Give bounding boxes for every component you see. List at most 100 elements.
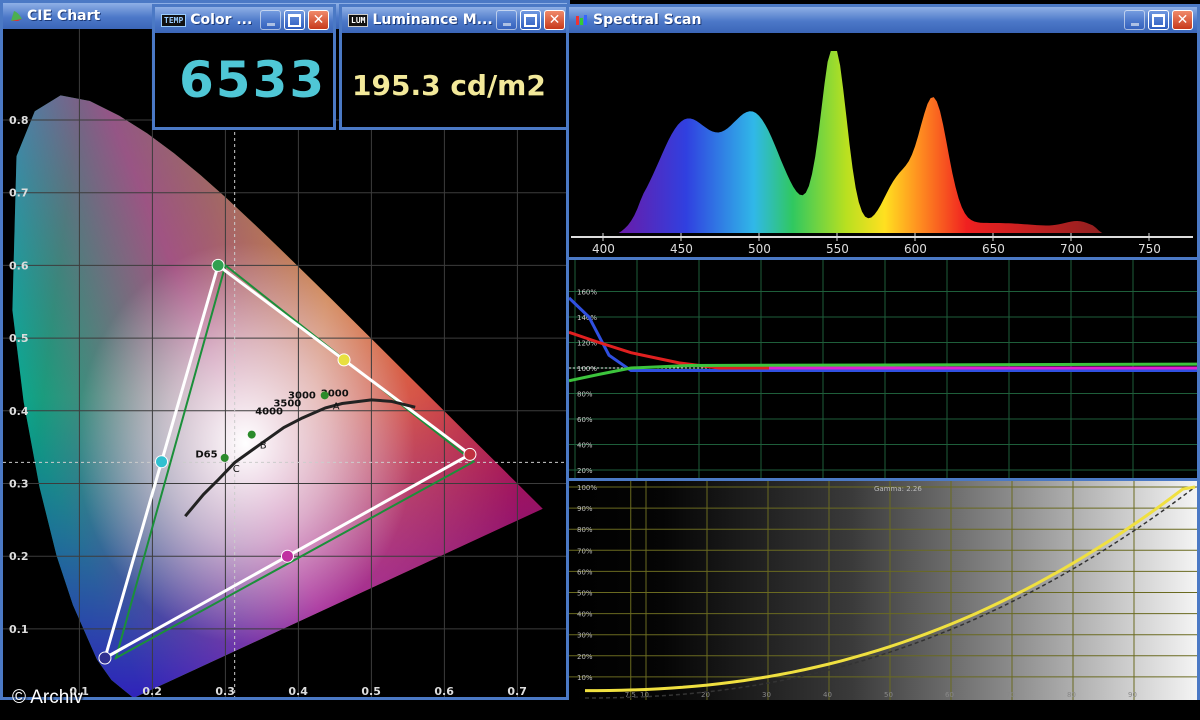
gamma-x-tick-label: 70 [1006, 691, 1015, 699]
illuminant-label: A [333, 401, 340, 412]
spectrum-x-tick-label: 550 [826, 242, 849, 255]
cie-y-tick-label: 0.2 [9, 550, 29, 563]
cct-label: D65 [195, 449, 217, 460]
cie-y-tick-label: 0.3 [9, 478, 29, 491]
rgb-y-tick-label: 80% [577, 391, 593, 399]
spectrum-x-tick-label: 700 [1060, 242, 1083, 255]
cie-x-tick-label: 0.6 [434, 685, 454, 697]
close-icon: ✕ [548, 12, 561, 28]
spectrum-x-tick-label: 650 [982, 242, 1005, 255]
maximize-button[interactable] [284, 10, 305, 30]
maximize-icon [288, 13, 301, 27]
cie-y-tick-label: 0.1 [9, 623, 29, 636]
cie-y-tick-label: 0.8 [9, 114, 29, 127]
gamma-y-tick-label: 30% [577, 632, 593, 640]
lum-icon: LUM [348, 13, 369, 27]
gamma-x-tick-label: 80 [1067, 691, 1076, 699]
close-icon: ✕ [1176, 12, 1189, 28]
cct-label: 4000 [255, 406, 283, 417]
illuminant-dot [320, 391, 329, 400]
gamma-y-tick-label: 90% [577, 505, 593, 513]
cie-y-tick-label: 0.4 [9, 405, 29, 418]
spectrum-curve [618, 51, 1103, 233]
illuminant-dot [247, 430, 256, 439]
rgb-balance-chart: 160%140%120%100%80%60%40%20% [567, 260, 1198, 478]
gamma-x-tick-label: 10 [640, 691, 649, 699]
close-button[interactable]: ✕ [1172, 10, 1193, 30]
color-temp-titlebar[interactable]: TEMP Color ... ✕ [155, 7, 333, 33]
gamma-y-tick-label: 100% [577, 484, 597, 492]
cie-x-tick-label: 0.4 [288, 685, 308, 697]
illuminant-label: C [233, 464, 240, 475]
spectrum-x-tick-label: 500 [748, 242, 771, 255]
maximize-button[interactable] [1148, 10, 1169, 30]
rgb-y-tick-label: 100% [577, 365, 597, 373]
spectrum-x-tick-label: 750 [1138, 242, 1161, 255]
maximize-icon [1152, 13, 1165, 27]
luminance-titlebar[interactable]: LUM Luminance M... ✕ [342, 7, 569, 33]
gamma-y-tick-label: 40% [577, 611, 593, 619]
luminance-value: 195.3 cd/m2 [352, 69, 546, 102]
cie-x-tick-label: 0.2 [142, 685, 162, 697]
magenta-secondary-marker [280, 549, 294, 563]
cie-x-tick-label: 0.7 [507, 685, 527, 697]
minimize-icon [502, 22, 511, 26]
gamma-y-tick-label: 10% [577, 674, 593, 682]
cie-y-tick-label: 0.6 [9, 259, 29, 272]
minimize-icon [1130, 22, 1139, 26]
cie-x-tick-label: 0.3 [215, 685, 235, 697]
yellow-secondary-marker [337, 353, 351, 367]
luminance-title: Luminance M... [372, 12, 493, 28]
color-temp-title: Color ... [190, 12, 253, 28]
spectrum-icon [576, 15, 587, 25]
red-primary-marker [463, 447, 477, 461]
gamma-y-tick-label: 80% [577, 526, 593, 534]
rgb-y-tick-label: 40% [577, 442, 593, 450]
gamma-x-tick-label: 50 [884, 691, 893, 699]
rgb-series-red [568, 330, 1197, 370]
cyan-secondary-marker [155, 455, 169, 469]
luminance-window: LUM Luminance M... ✕ 195.3 cd/m2 [339, 4, 572, 130]
gamma-y-tick-label: 50% [577, 590, 593, 598]
cie-y-tick-label: 0.5 [9, 332, 29, 345]
rgb-y-tick-label: 20% [577, 467, 593, 475]
minimize-icon [266, 22, 275, 26]
gamma-y-tick-label: 70% [577, 547, 593, 555]
spectrum-x-tick-label: 450 [670, 242, 693, 255]
blue-primary-marker [98, 651, 112, 665]
illuminant-label: B [260, 441, 267, 452]
spectrum-x-tick-label: 600 [904, 242, 927, 255]
gamma-x-tick-label: 90 [1128, 691, 1137, 699]
minimize-button[interactable] [260, 10, 281, 30]
gamma-label: Gamma: 2.26 [874, 485, 922, 493]
close-button[interactable]: ✕ [544, 10, 565, 30]
maximize-button[interactable] [520, 10, 541, 30]
watermark: © Archiv [12, 687, 84, 708]
cie-x-tick-label: 0.5 [361, 685, 381, 697]
spectrum-x-tick-label: 400 [592, 242, 615, 255]
gamma-chart: 100%90%80%70%60%50%40%30%20%10%7.5 10 20 30… [569, 481, 1197, 700]
gamma-x-tick-label: 40 [823, 691, 832, 699]
color-temp-value: 6533 [179, 51, 327, 109]
color-temp-window: TEMP Color ... ✕ 6533 [152, 4, 336, 130]
minimize-button[interactable] [1124, 10, 1145, 30]
rgb-balance-panel: 160% 140% 120% 100% 80% 60% 40% 20% [567, 257, 1198, 481]
gamma-x-tick-label: 30 [762, 691, 771, 699]
gamma-y-tick-label: 60% [577, 568, 593, 576]
spectral-titlebar[interactable]: Spectral Scan ✕ [569, 7, 1197, 33]
close-icon: ✕ [312, 12, 325, 28]
spectrum-chart: 400 450 500 550 600 650 700 750 [571, 51, 1193, 255]
maximize-icon [524, 13, 537, 27]
cie-y-tick-label: 0.7 [9, 187, 29, 200]
temp-icon: TEMP [161, 13, 187, 27]
gamma-y-tick-label: 20% [577, 653, 593, 661]
rgb-y-tick-label: 60% [577, 416, 593, 424]
rgb-y-tick-label: 160% [577, 289, 597, 297]
illuminant-dot [220, 453, 229, 462]
spectral-scan-window: Spectral Scan ✕ 400 450 500 550 600 650 700 750 [566, 4, 1200, 700]
cie-chart-icon [11, 11, 22, 21]
gamma-x-tick-label: 60 [945, 691, 954, 699]
minimize-button[interactable] [496, 10, 517, 30]
green-primary-marker [211, 258, 225, 272]
close-button[interactable]: ✕ [308, 10, 329, 30]
